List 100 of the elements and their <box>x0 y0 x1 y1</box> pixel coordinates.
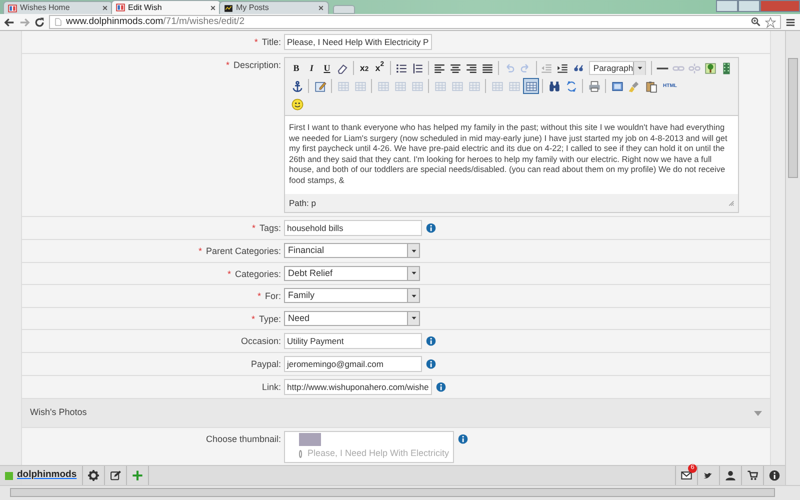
table-icon <box>376 80 390 92</box>
dropdown-arrow-icon <box>636 65 643 71</box>
field-label: Occasion: <box>240 336 281 346</box>
field-label: * Tags: <box>252 223 281 234</box>
settings-icon[interactable] <box>88 470 99 481</box>
table-icon <box>524 80 538 92</box>
dropdown-arrow-icon <box>410 270 416 276</box>
star-icon[interactable] <box>765 16 776 28</box>
dropdown-arrow-icon <box>410 248 416 254</box>
url-text: www.dolphinmods.com/71/m/wishes/edit/2 <box>66 14 244 29</box>
table-icon <box>508 80 520 92</box>
mail-icon[interactable] <box>681 470 692 481</box>
close-icon[interactable] <box>318 5 324 11</box>
brand-link[interactable]: dolphinmods <box>17 468 77 483</box>
maximize-button[interactable] <box>738 0 760 12</box>
table-icon <box>394 80 406 92</box>
outdent-icon <box>540 62 554 74</box>
field-label: Paypal: <box>250 359 281 370</box>
dropdown[interactable]: Family <box>284 288 420 304</box>
format-dropdown[interactable]: Paragraph <box>589 61 646 75</box>
photo-placeholder <box>299 432 321 446</box>
editor-text: First I want to thank everyone who has helped my family in the past; without this site I we wouldn't have had everything we needed for Liam's surgery (now scheduled in mid may-early june) I have just started my job on 4-8-2013 and will get my first paycheck until 4-26. We have pre-paid electric and its due on 4-22; I called to see if they can hold it on until the 26th and they said that they cant. I'm looking for heroes to help my family with our electric. Right now we have a full house, and both of our toddlers are special needs/disabled. (you can read about them on my profile) We do not receive food stamps, & <box>285 115 738 194</box>
italic-button[interactable]: I <box>304 60 319 76</box>
field-label: * Title: <box>254 37 281 47</box>
thumbnail-caption: Please, I Need Help With Electricity <box>307 446 449 460</box>
bold-button[interactable]: B <box>289 60 304 76</box>
justify-icon <box>480 62 494 74</box>
horizontal-scrollbar[interactable] <box>0 485 800 500</box>
radio-button[interactable] <box>299 450 302 458</box>
browser-tab[interactable]: Edit Wish <box>111 0 221 14</box>
info-icon[interactable] <box>769 470 780 481</box>
reload-icon[interactable] <box>34 16 45 28</box>
underline-button[interactable]: U <box>320 60 334 76</box>
field-label: * Parent Categories: <box>198 246 281 256</box>
printer-icon <box>588 80 600 92</box>
printer-button[interactable] <box>586 78 602 94</box>
edit-note-icon <box>314 80 326 92</box>
field-label: * For: <box>257 291 281 302</box>
edit-icon[interactable] <box>110 470 121 481</box>
info-icon[interactable] <box>426 336 436 346</box>
back-icon[interactable] <box>4 16 15 28</box>
add-icon[interactable] <box>132 470 143 481</box>
eraser-icon <box>336 62 350 74</box>
text-field[interactable]: jeromemingo@gmail.com <box>284 356 422 372</box>
info-icon[interactable] <box>426 223 436 234</box>
info-icon[interactable] <box>458 434 468 444</box>
broken-link-icon <box>688 62 701 74</box>
browser-tab[interactable]: My Posts <box>219 1 329 14</box>
dropdown[interactable]: Need <box>284 310 420 326</box>
superscript-button[interactable]: x$^{2}$ <box>372 60 387 76</box>
text-field[interactable]: Please, I Need Help With Electricity P <box>284 34 432 50</box>
table-button[interactable] <box>523 78 539 94</box>
address-bar[interactable]: www.dolphinmods.com/71/m/wishes/edit/2 <box>49 15 781 29</box>
close-icon[interactable] <box>210 4 216 10</box>
replace-icon <box>564 80 578 92</box>
bird-icon[interactable] <box>703 470 714 481</box>
dropdown[interactable]: Debt Relief <box>284 266 420 281</box>
anchor-icon <box>290 80 304 92</box>
table-icon <box>450 80 464 92</box>
path-text: Path: p <box>289 196 316 210</box>
subscript-button[interactable]: x$_{2}$ <box>357 60 372 76</box>
scrollbar-thumb[interactable] <box>10 488 775 497</box>
table-icon <box>410 80 424 92</box>
close-icon[interactable] <box>102 5 108 11</box>
smiley-button[interactable] <box>289 96 305 112</box>
text-field[interactable]: household bills <box>284 220 422 236</box>
dropdown-arrow-icon <box>410 292 416 299</box>
cart-icon[interactable] <box>747 470 758 481</box>
align-left-icon <box>432 62 446 74</box>
field-label: Choose thumbnail: <box>206 434 281 444</box>
dropdown-arrow-icon <box>410 315 416 322</box>
browser-tab[interactable]: Wishes Home <box>3 1 113 14</box>
brand-square-icon <box>5 472 13 480</box>
smiley-icon <box>290 98 304 110</box>
paste-icon <box>644 80 658 92</box>
field-label: * Description: <box>226 60 281 70</box>
scrollbar-thumb[interactable] <box>788 58 798 178</box>
tree-picture-button[interactable] <box>703 60 718 76</box>
vertical-scrollbar[interactable] <box>785 31 800 485</box>
table-icon <box>336 80 350 92</box>
user-icon[interactable] <box>725 470 736 481</box>
align-center-icon <box>448 62 462 74</box>
numbered-list-icon <box>410 62 424 74</box>
align-right-icon <box>464 62 478 74</box>
dropdown[interactable]: Financial <box>284 243 420 258</box>
fullscreen-icon <box>610 80 624 92</box>
page-icon <box>54 17 62 27</box>
indent-icon <box>556 62 570 74</box>
binoculars-icon <box>548 80 560 92</box>
brush-icon <box>628 80 640 92</box>
resize-grip-icon[interactable] <box>728 200 734 206</box>
text-field[interactable]: http://www.wishuponahero.com/wishe <box>284 379 432 396</box>
zoom-icon[interactable] <box>751 17 761 27</box>
info-icon[interactable] <box>436 382 446 392</box>
table-icon <box>434 80 446 92</box>
text-field[interactable]: Utility Payment <box>284 333 422 350</box>
section-header[interactable]: Wish's Photos <box>22 399 770 428</box>
minimize-button[interactable] <box>716 0 738 12</box>
menu-icon[interactable] <box>785 16 796 28</box>
info-icon[interactable] <box>426 359 436 370</box>
